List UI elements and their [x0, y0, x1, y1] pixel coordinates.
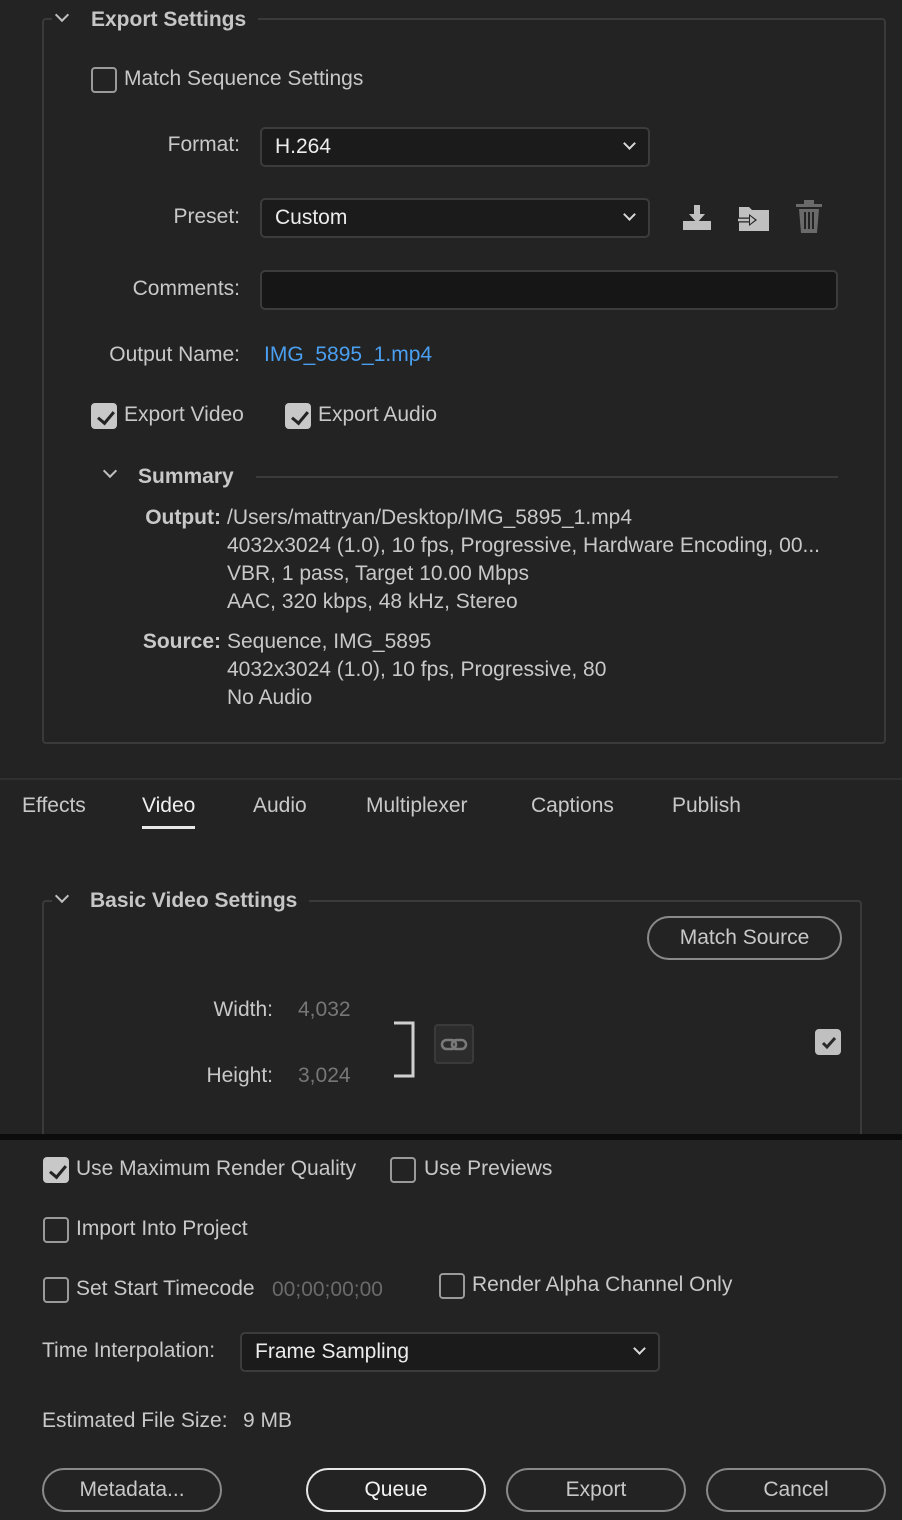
summary-output-path: /Users/mattryan/Desktop/IMG_5895_1.mp4	[227, 506, 633, 529]
export-video-checkbox[interactable]	[91, 403, 117, 429]
tab-captions[interactable]: Captions	[531, 794, 614, 818]
summary-source-audio: No Audio	[227, 686, 313, 709]
preset-label: Preset:	[173, 205, 240, 228]
tab-video[interactable]: Video	[142, 794, 196, 829]
render-alpha-label[interactable]: Render Alpha Channel Only	[472, 1273, 732, 1297]
summary-output-bitrate: VBR, 1 pass, Target 10.00 Mbps	[227, 562, 529, 585]
summary-source-label: Source:	[142, 630, 221, 653]
summary-output-video: 4032x3024 (1.0), 10 fps, Progressive, Ha…	[227, 534, 821, 557]
chevron-down-icon[interactable]	[54, 888, 70, 904]
width-label: Width:	[213, 998, 273, 1021]
export-audio-label[interactable]: Export Audio	[318, 403, 437, 427]
estimated-file-size-value: 9 MB	[243, 1409, 293, 1432]
render-alpha-checkbox[interactable]	[439, 1273, 465, 1299]
max-render-quality-checkbox[interactable]	[43, 1157, 69, 1183]
chevron-down-icon	[633, 1342, 646, 1355]
use-previews-label[interactable]: Use Previews	[424, 1157, 552, 1181]
tabs-top-divider	[0, 778, 902, 780]
cancel-button[interactable]: Cancel	[706, 1468, 886, 1512]
match-sequence-checkbox[interactable]	[91, 67, 117, 93]
tab-multiplexer[interactable]: Multiplexer	[366, 794, 468, 818]
summary-output-label: Output:	[145, 506, 221, 529]
format-value: H.264	[275, 135, 332, 158]
output-name-label: Output Name:	[109, 343, 240, 366]
format-label: Format:	[167, 133, 240, 156]
max-render-quality-label[interactable]: Use Maximum Render Quality	[76, 1157, 356, 1181]
summary-source-sequence: Sequence, IMG_5895	[227, 630, 432, 653]
export-settings-header[interactable]: Export Settings	[52, 6, 259, 36]
summary-source-video: 4032x3024 (1.0), 10 fps, Progressive, 80	[227, 658, 607, 681]
set-start-timecode-checkbox[interactable]	[43, 1277, 69, 1303]
estimated-file-size-label: Estimated File Size:	[42, 1409, 228, 1432]
import-preset-icon[interactable]	[736, 201, 772, 235]
time-interpolation-label: Time Interpolation:	[42, 1339, 216, 1362]
chevron-down-icon	[623, 208, 636, 221]
preset-select[interactable]: Custom	[260, 198, 650, 238]
tab-audio[interactable]: Audio	[253, 794, 307, 818]
height-label: Height:	[206, 1064, 273, 1087]
queue-button[interactable]: Queue	[306, 1468, 486, 1512]
basic-video-settings-header[interactable]: Basic Video Settings	[52, 887, 310, 917]
dimension-bracket	[394, 1021, 415, 1078]
height-value[interactable]: 3,024	[298, 1064, 351, 1088]
summary-output-audio: AAC, 320 kbps, 48 kHz, Stereo	[227, 590, 518, 613]
delete-preset-icon[interactable]	[794, 199, 824, 235]
bottom-panel	[0, 1134, 902, 1520]
preset-value: Custom	[275, 206, 348, 229]
metadata-button[interactable]: Metadata...	[42, 1468, 222, 1512]
chevron-down-icon	[623, 137, 636, 150]
match-sequence-label[interactable]: Match Sequence Settings	[124, 67, 363, 91]
export-settings-title: Export Settings	[91, 8, 247, 31]
constrain-proportions-toggle[interactable]	[434, 1024, 474, 1064]
match-source-button[interactable]: Match Source	[647, 916, 842, 960]
time-interpolation-value: Frame Sampling	[255, 1340, 410, 1363]
basic-video-right-checkbox[interactable]	[815, 1029, 841, 1055]
comments-label: Comments:	[132, 277, 240, 300]
comments-field[interactable]	[260, 270, 838, 310]
summary-divider	[256, 476, 838, 478]
use-previews-checkbox[interactable]	[390, 1157, 416, 1183]
export-button[interactable]: Export	[506, 1468, 686, 1512]
import-into-project-checkbox[interactable]	[43, 1217, 69, 1243]
tab-effects[interactable]: Effects	[22, 794, 86, 818]
chevron-down-icon[interactable]	[54, 7, 70, 23]
checkmark-icon	[821, 1037, 837, 1050]
width-value[interactable]: 4,032	[298, 998, 351, 1022]
export-video-label[interactable]: Export Video	[124, 403, 244, 427]
import-into-project-label[interactable]: Import Into Project	[76, 1217, 248, 1241]
tab-publish[interactable]: Publish	[672, 794, 741, 818]
output-name-link[interactable]: IMG_5895_1.mp4	[264, 343, 432, 367]
link-icon	[440, 1038, 468, 1051]
start-timecode-value[interactable]: 00;00;00;00	[272, 1278, 383, 1302]
save-preset-icon[interactable]	[680, 201, 714, 235]
time-interpolation-select[interactable]: Frame Sampling	[240, 1332, 660, 1372]
basic-video-settings-title: Basic Video Settings	[90, 889, 298, 912]
export-audio-checkbox[interactable]	[285, 403, 311, 429]
summary-title[interactable]: Summary	[138, 465, 234, 489]
set-start-timecode-label[interactable]: Set Start Timecode	[76, 1277, 255, 1301]
format-select[interactable]: H.264	[260, 127, 650, 167]
